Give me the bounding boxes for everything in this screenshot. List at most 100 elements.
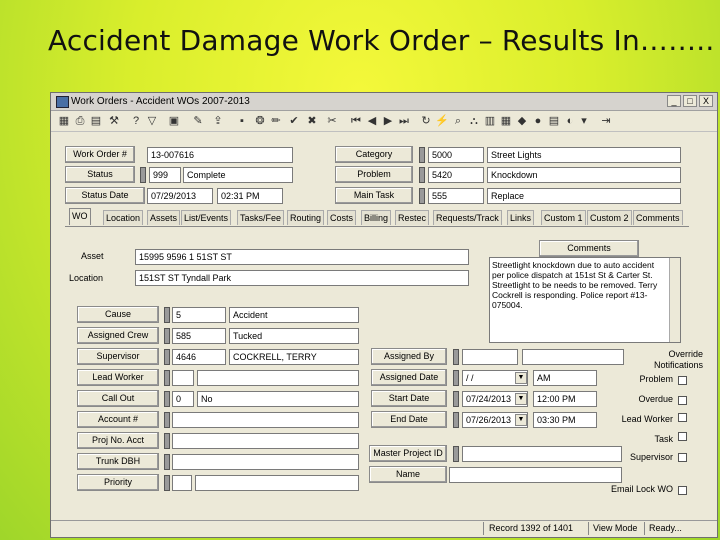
status-label[interactable]: Status bbox=[65, 166, 135, 183]
end-date-label[interactable]: End Date bbox=[371, 411, 447, 428]
car-icon[interactable]: ◆ bbox=[515, 114, 529, 128]
problem-lookup-grip[interactable] bbox=[419, 167, 425, 183]
master-project-field[interactable] bbox=[462, 446, 622, 462]
globe-icon[interactable]: ● bbox=[531, 114, 545, 128]
cause-lookup-grip[interactable] bbox=[164, 307, 170, 323]
network-icon[interactable]: ⛬ bbox=[467, 114, 481, 128]
previous-record-icon[interactable]: ◀ bbox=[365, 114, 379, 128]
tab-assets[interactable]: Assets bbox=[147, 210, 181, 225]
report-icon[interactable]: ▥ bbox=[483, 114, 497, 128]
tab-restec[interactable]: Restec bbox=[395, 210, 430, 225]
tab-comments[interactable]: Comments bbox=[633, 210, 683, 225]
lead-worker-field[interactable] bbox=[197, 370, 359, 386]
lead-worker-label[interactable]: Lead Worker bbox=[77, 369, 159, 386]
tab-tasks-fee[interactable]: Tasks/Fee bbox=[237, 210, 285, 225]
cause-code-field[interactable]: 5 bbox=[172, 307, 226, 323]
assigned-crew-label[interactable]: Assigned Crew bbox=[77, 327, 159, 344]
cut-icon[interactable]: ✂ bbox=[325, 114, 339, 128]
print-icon[interactable]: ⎙ bbox=[73, 114, 87, 128]
account-field[interactable] bbox=[172, 412, 359, 428]
account-label[interactable]: Account # bbox=[77, 411, 159, 428]
close-button[interactable]: X bbox=[699, 95, 713, 107]
main-task-text-field[interactable]: Replace bbox=[487, 188, 681, 204]
save-icon[interactable]: ▪ bbox=[235, 114, 249, 128]
proj-acct-label[interactable]: Proj No. Acct bbox=[77, 432, 159, 449]
start-time-field[interactable]: 12:00 PM bbox=[533, 391, 597, 407]
supervisor-lookup-grip[interactable] bbox=[164, 349, 170, 365]
proj-acct-lookup-grip[interactable] bbox=[164, 433, 170, 449]
assigned-by-label[interactable]: Assigned By bbox=[371, 348, 447, 365]
first-record-icon[interactable]: ⏮ bbox=[349, 114, 363, 128]
tab-requests-track[interactable]: Requests/Track bbox=[433, 210, 502, 225]
filter-icon[interactable]: ▽ bbox=[145, 114, 159, 128]
assigned-by-field[interactable] bbox=[462, 349, 518, 365]
exit-icon[interactable]: ⇥ bbox=[599, 114, 613, 128]
status-date-label[interactable]: Status Date bbox=[65, 187, 145, 204]
location-field[interactable]: 151ST ST Tyndall Park bbox=[135, 270, 469, 286]
priority-label[interactable]: Priority bbox=[77, 474, 159, 491]
main-task-label[interactable]: Main Task bbox=[335, 187, 413, 204]
attach-icon[interactable]: ❂ bbox=[253, 114, 267, 128]
tab-routing[interactable]: Routing bbox=[287, 210, 325, 225]
proj-acct-field[interactable] bbox=[172, 433, 359, 449]
override-overdue-checkbox[interactable] bbox=[678, 396, 687, 405]
tools-icon[interactable]: ⚒ bbox=[107, 114, 121, 128]
query-icon[interactable]: ⌕ bbox=[451, 114, 465, 128]
wand-icon[interactable]: ⚡ bbox=[435, 114, 449, 128]
assigned-date-grip[interactable] bbox=[453, 370, 459, 386]
main-task-lookup-grip[interactable] bbox=[419, 188, 425, 204]
grid-icon[interactable]: ▦ bbox=[57, 114, 71, 128]
supervisor-code-field[interactable]: 4646 bbox=[172, 349, 226, 365]
email-lock-checkbox[interactable] bbox=[678, 486, 687, 495]
problem-label[interactable]: Problem bbox=[335, 166, 413, 183]
override-problem-checkbox[interactable] bbox=[678, 376, 687, 385]
delete-icon[interactable]: ✖ bbox=[305, 114, 319, 128]
next-record-icon[interactable]: ▶ bbox=[381, 114, 395, 128]
tab-costs[interactable]: Costs bbox=[327, 210, 357, 225]
assigned-by-name-field[interactable] bbox=[522, 349, 624, 365]
assigned-date-label[interactable]: Assigned Date bbox=[371, 369, 447, 386]
category-code-field[interactable]: 5000 bbox=[428, 147, 484, 163]
priority-field[interactable] bbox=[195, 475, 359, 491]
start-date-dropdown-icon[interactable]: ▼ bbox=[515, 393, 527, 405]
cause-text-field[interactable]: Accident bbox=[229, 307, 359, 323]
call-out-label[interactable]: Call Out bbox=[77, 390, 159, 407]
supervisor-label[interactable]: Supervisor bbox=[77, 348, 159, 365]
cause-label[interactable]: Cause bbox=[77, 306, 159, 323]
assigned-time-field[interactable]: AM bbox=[533, 370, 597, 386]
book-icon[interactable]: ▤ bbox=[547, 114, 561, 128]
problem-code-field[interactable]: 5420 bbox=[428, 167, 484, 183]
calendar-icon[interactable]: ▦ bbox=[499, 114, 513, 128]
status-time-field[interactable]: 02:31 PM bbox=[217, 188, 283, 204]
print-preview-icon[interactable]: ▤ bbox=[89, 114, 103, 128]
work-order-field[interactable]: 13-007616 bbox=[147, 147, 293, 163]
tab-wo[interactable]: WO bbox=[69, 208, 91, 225]
start-date-label[interactable]: Start Date bbox=[371, 390, 447, 407]
master-project-label[interactable]: Master Project ID bbox=[369, 445, 447, 462]
supervisor-text-field[interactable]: COCKRELL, TERRY bbox=[229, 349, 359, 365]
name-field[interactable] bbox=[449, 467, 622, 483]
tab-links[interactable]: Links bbox=[507, 210, 535, 225]
work-order-label[interactable]: Work Order # bbox=[65, 146, 135, 163]
trunk-dbh-field[interactable] bbox=[172, 454, 359, 470]
end-time-field[interactable]: 03:30 PM bbox=[533, 412, 597, 428]
clipboard-icon[interactable]: ▣ bbox=[167, 114, 181, 128]
end-date-dropdown-icon[interactable]: ▼ bbox=[515, 414, 527, 426]
master-project-grip[interactable] bbox=[453, 446, 459, 462]
lead-worker-code-field[interactable] bbox=[172, 370, 194, 386]
assigned-by-lookup-grip[interactable] bbox=[453, 349, 459, 365]
account-lookup-grip[interactable] bbox=[164, 412, 170, 428]
export-icon[interactable]: ⇪ bbox=[211, 114, 225, 128]
refresh-icon[interactable]: ↻ bbox=[419, 114, 433, 128]
assigned-date-dropdown-icon[interactable]: ▼ bbox=[515, 372, 527, 384]
check-icon[interactable]: ✔ bbox=[287, 114, 301, 128]
priority-lookup-grip[interactable] bbox=[164, 475, 170, 491]
lead-worker-lookup-grip[interactable] bbox=[164, 370, 170, 386]
edit-icon[interactable]: ✎ bbox=[191, 114, 205, 128]
status-date-field[interactable]: 07/29/2013 bbox=[147, 188, 213, 204]
call-out-text-field[interactable]: No bbox=[197, 391, 359, 407]
palette-icon[interactable]: ◐ bbox=[563, 114, 577, 128]
comments-scrollbar[interactable] bbox=[669, 258, 680, 342]
tab-billing[interactable]: Billing bbox=[361, 210, 392, 225]
problem-text-field[interactable]: Knockdown bbox=[487, 167, 681, 183]
